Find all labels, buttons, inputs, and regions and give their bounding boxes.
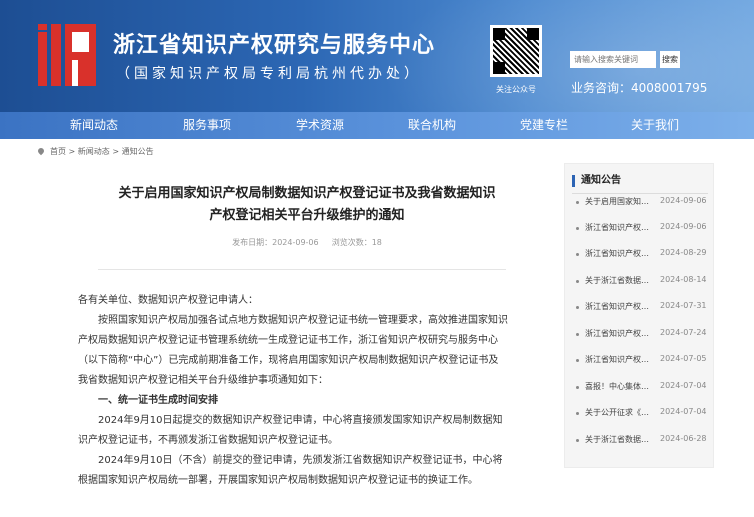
notice-title[interactable]: 浙江省知识产权… [585,248,659,259]
notice-date: 2024-07-31 [660,301,707,310]
publish-date-label: 发布日期： [232,238,273,247]
bullet-icon [576,333,579,336]
sidebar-notice-item[interactable]: 浙江省知识产权… 2024-07-24 [576,328,710,342]
location-pin-icon [36,146,46,156]
article-title-line2: 产权登记相关平台升级维护的通知 [209,208,405,223]
bullet-icon [576,359,579,362]
article-paragraph: 按照国家知识产权局加强各试点地方数据知识产权登记证书统一管理要求，高效推进国家知… [78,315,508,386]
sidebar-notice-item[interactable]: 浙江省知识产权… 2024-08-29 [576,248,710,262]
notice-title[interactable]: 浙江省知识产权… [585,328,659,339]
notice-date: 2024-09-06 [660,222,707,231]
nav-item-services[interactable]: 服务事项 [183,112,231,139]
breadcrumb-separator: > [66,147,78,156]
notice-date: 2024-07-24 [660,328,707,337]
notice-title[interactable]: 关于浙江省数据… [585,275,659,286]
sidebar-notice-item[interactable]: 关于公开征求《… 2024-07-04 [576,407,710,421]
bullet-icon [576,227,579,230]
publish-date: 2024-09-06 [272,238,319,247]
notice-date: 2024-07-04 [660,407,707,416]
notice-sidebar: 通知公告 关于启用国家知… 2024-09-06 浙江省知识产权… 2024-09-… [564,163,714,468]
breadcrumb-news[interactable]: 新闻动态 [78,147,110,156]
nav-item-academic[interactable]: 学术资源 [296,112,344,139]
sidebar-notice-item[interactable]: 浙江省知识产权… 2024-07-31 [576,301,710,315]
article-salutation: 各有关单位、数据知识产权登记申请人： [78,295,258,306]
bullet-icon [576,439,579,442]
search-input[interactable] [570,51,656,68]
hotline-text: 业务咨询：4008001795 [571,81,708,95]
notice-date: 2024-07-04 [660,381,707,390]
notice-title[interactable]: 关于启用国家知… [585,196,659,207]
notice-date: 2024-08-14 [660,275,707,284]
bullet-icon [576,280,579,283]
search-button[interactable]: 搜索 [660,51,680,68]
site-title[interactable]: 浙江省知识产权研究与服务中心 [113,27,435,59]
bullet-icon [576,201,579,204]
nav-item-news[interactable]: 新闻动态 [70,112,118,139]
notice-date: 2024-06-28 [660,434,707,443]
sidebar-notice-item[interactable]: 关于浙江省数据… 2024-08-14 [576,275,710,289]
sidebar-notice-item[interactable]: 关于浙江省数据… 2024-06-28 [576,434,710,448]
qr-code-label: 关注公众号 [496,85,536,94]
article-title-line1: 关于启用国家知识产权局制数据知识产权登记证书及我省数据知识 [118,186,496,201]
sidebar-title: 通知公告 [572,175,621,187]
sidebar-notice-item[interactable]: 喜报！中心集体… 2024-07-04 [576,381,710,395]
notice-title[interactable]: 浙江省知识产权… [585,354,659,365]
site-logo[interactable] [38,24,96,86]
notice-title[interactable]: 浙江省知识产权… [585,301,659,312]
article-paragraph: 2024年9月10日（不含）前提交的登记申请，先颁发浙江省数据知识产权登记证书，… [78,455,503,486]
sidebar-notice-item[interactable]: 浙江省知识产权… 2024-09-06 [576,222,710,236]
sidebar-notice-item[interactable]: 浙江省知识产权… 2024-07-05 [576,354,710,368]
nav-item-about[interactable]: 关于我们 [631,112,679,139]
breadcrumb-notices[interactable]: 通知公告 [122,147,154,156]
notice-date: 2024-08-29 [660,248,707,257]
article-body: 各有关单位、数据知识产权登记申请人： 按照国家知识产权局加强各试点地方数据知识产… [78,291,508,491]
breadcrumb-separator: > [109,147,122,156]
nav-item-party[interactable]: 党建专栏 [520,112,568,139]
qr-code-image [490,25,542,77]
views-label: 浏览次数： [331,238,372,247]
nav-item-partners[interactable]: 联合机构 [408,112,456,139]
bullet-icon [576,306,579,309]
sidebar-notice-item[interactable]: 关于启用国家知… 2024-09-06 [576,196,710,210]
notice-title[interactable]: 喜报！中心集体… [585,381,659,392]
article-title: 关于启用国家知识产权局制数据知识产权登记证书及我省数据知识 产权登记相关平台升级… [92,183,522,227]
bullet-icon [576,386,579,389]
notice-title[interactable]: 浙江省知识产权… [585,222,659,233]
site-subtitle: （国家知识产权局专利局杭州代办处） [116,66,422,82]
article-meta: 发布日期：2024-09-06 浏览次数：18 [92,237,522,248]
notice-date: 2024-09-06 [660,196,707,205]
breadcrumb: 首页 > 新闻动态 > 通知公告 [36,146,154,157]
article-paragraph: 2024年9月10日起提交的数据知识产权登记申请，中心将直接颁发国家知识产权局制… [78,415,503,446]
article-section-heading: 一、统一证书生成时间安排 [98,395,218,406]
views-count: 18 [371,238,382,247]
notice-title[interactable]: 关于浙江省数据… [585,434,659,445]
notice-date: 2024-07-05 [660,354,707,363]
article-divider [98,269,506,270]
notice-title[interactable]: 关于公开征求《… [585,407,659,418]
bullet-icon [576,412,579,415]
bullet-icon [576,253,579,256]
breadcrumb-home[interactable]: 首页 [50,147,66,156]
site-header: 浙江省知识产权研究与服务中心 （国家知识产权局专利局杭州代办处） 关注公众号 搜… [0,0,754,112]
sidebar-divider [572,193,708,194]
main-nav: 新闻动态 服务事项 学术资源 联合机构 党建专栏 关于我们 [0,112,754,139]
